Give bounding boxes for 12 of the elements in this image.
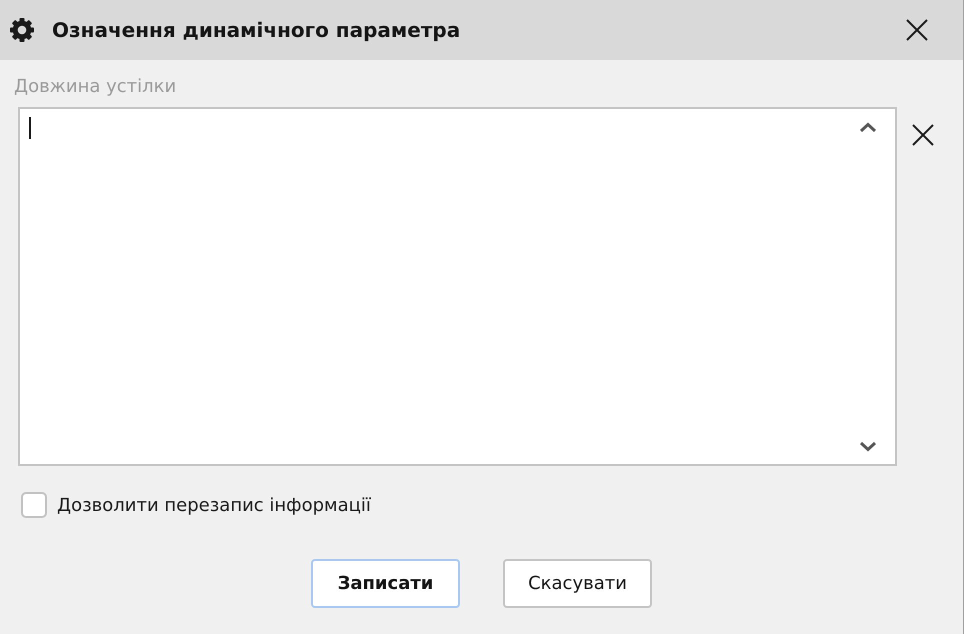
checkbox-label: Дозволити перезапис інформації [57, 494, 371, 516]
cancel-button[interactable]: Скасувати [503, 559, 652, 608]
chevron-up-icon[interactable] [859, 122, 877, 133]
window-title: Означення динамічного параметра [52, 18, 462, 42]
field-label: Довжина устілки [14, 75, 176, 99]
text-area-field[interactable] [18, 107, 897, 466]
gear-icon [10, 18, 34, 42]
chevron-down-icon[interactable] [859, 441, 877, 452]
checkbox[interactable] [21, 492, 47, 518]
save-button[interactable]: Записати [311, 559, 460, 608]
clear-icon[interactable] [912, 124, 934, 146]
close-icon[interactable] [906, 19, 928, 41]
